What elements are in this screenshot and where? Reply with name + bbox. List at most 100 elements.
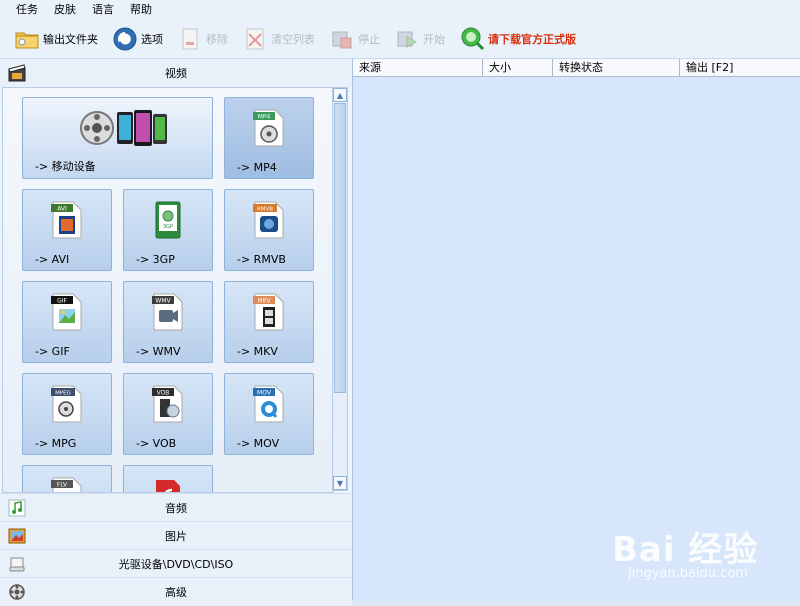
baidu-jingyan-watermark: Bai 经验 jingyan.baidu.com: [612, 512, 792, 592]
options-label: 选项: [141, 33, 163, 46]
mkv-badge: MKV: [257, 298, 271, 305]
format-grid-scrollbar[interactable]: ▲ ▼: [332, 87, 348, 491]
gif-file-icon: GIF: [51, 293, 82, 331]
remove-button[interactable]: 移除: [177, 24, 228, 54]
column-status[interactable]: 转换状态: [553, 59, 680, 77]
stop-label: 停止: [358, 33, 380, 46]
gif-badge: GIF: [57, 298, 67, 305]
wmv-file-icon: WMV: [152, 293, 183, 331]
tile-label: -> GIF: [35, 345, 70, 358]
avi-badge: AVI: [57, 206, 67, 213]
watermark-url: jingyan.baidu.com: [628, 566, 748, 581]
disc-drive-icon: [9, 557, 25, 572]
tile-label: -> MOV: [237, 437, 280, 450]
flv-file-icon: FLV: [51, 477, 82, 492]
tile-3gp[interactable]: 3GP -> 3GP: [123, 189, 213, 271]
mp4-file-icon: MP4: [253, 109, 284, 147]
scroll-thumb[interactable]: [334, 103, 346, 393]
column-output[interactable]: 输出 [F2]: [680, 59, 800, 77]
audio-label: 音频: [165, 502, 187, 515]
tile-label: -> AVI: [35, 253, 70, 266]
search-globe-icon: [461, 27, 485, 51]
tile-label: -> RMVB: [237, 253, 286, 266]
remove-icon: [182, 28, 198, 50]
tile-flv[interactable]: FLV: [22, 465, 112, 492]
gear-icon: [113, 27, 137, 51]
tile-label: -> VOB: [136, 437, 177, 450]
audio-category[interactable]: 音频: [0, 493, 352, 522]
vob-file-icon: VOB: [152, 385, 183, 423]
3gp-badge: 3GP: [163, 224, 173, 230]
video-category-header[interactable]: 视频: [0, 59, 352, 87]
menu-task[interactable]: 任务: [0, 0, 46, 20]
mp4-badge: MP4: [258, 114, 271, 121]
format-grid: -> 移动设备 MP4 -> MP4 AVI -> AVI 3GP -> 3GP…: [2, 87, 334, 493]
start-button[interactable]: 开始: [394, 24, 445, 54]
remove-label: 移除: [206, 33, 228, 46]
menu-help[interactable]: 帮助: [122, 0, 160, 20]
column-source[interactable]: 来源: [353, 59, 483, 77]
promo-label: 请下载官方正式版: [488, 33, 576, 46]
tile-label: -> WMV: [136, 345, 181, 358]
tile-mkv[interactable]: MKV -> MKV: [224, 281, 314, 363]
tile-mpg[interactable]: MPEG -> MPG: [22, 373, 112, 455]
tile-label: -> 移动设备: [35, 160, 96, 173]
toolbar: 输出文件夹 选项 移除 清空列表 停止 开始 请下载官方正式版: [0, 20, 800, 59]
tile-wmv[interactable]: WMV -> WMV: [123, 281, 213, 363]
mpeg-badge: MPEG: [55, 391, 71, 397]
tile-vob[interactable]: VOB -> VOB: [123, 373, 213, 455]
tile-label: -> MPG: [35, 437, 77, 450]
tile-label: -> 3GP: [136, 253, 175, 266]
tile-rmvb[interactable]: RMVB -> RMVB: [224, 189, 314, 271]
stop-icon: [332, 31, 352, 49]
conversion-panel: 视频 -> 移动设备 MP4 -> MP4 AVI -> AVI 3GP -> …: [0, 59, 352, 606]
menu-bar: 任务 皮肤 语言 帮助: [0, 0, 800, 20]
tile-swf[interactable]: [123, 465, 213, 492]
advanced-label: 高级: [165, 586, 187, 599]
download-official-link[interactable]: 请下载官方正式版: [459, 24, 576, 54]
output-folder-label: 输出文件夹: [43, 33, 98, 46]
flash-file-icon: [156, 480, 180, 492]
clear-list-button[interactable]: 清空列表: [242, 24, 315, 54]
disc-category[interactable]: 光驱设备\DVD\CD\ISO: [0, 549, 352, 578]
tile-avi[interactable]: AVI -> AVI: [22, 189, 112, 271]
picture-label: 图片: [165, 530, 187, 543]
rmvb-badge: RMVB: [257, 207, 273, 213]
advanced-category[interactable]: 高级: [0, 577, 352, 606]
3gp-file-icon: 3GP: [155, 201, 181, 239]
tile-mobile-device[interactable]: -> 移动设备: [22, 97, 213, 179]
disc-label: 光驱设备\DVD\CD\ISO: [118, 558, 234, 571]
tile-mov[interactable]: MOV -> MOV: [224, 373, 314, 455]
clear-list-label: 清空列表: [271, 33, 315, 46]
tile-gif[interactable]: GIF -> GIF: [22, 281, 112, 363]
options-button[interactable]: 选项: [112, 24, 163, 54]
tile-mp4[interactable]: MP4 -> MP4: [224, 97, 314, 179]
stop-button[interactable]: 停止: [329, 24, 380, 54]
start-icon: [397, 31, 418, 48]
clear-list-icon: [246, 28, 264, 50]
mkv-file-icon: MKV: [253, 293, 284, 331]
picture-category[interactable]: 图片: [0, 521, 352, 550]
start-label: 开始: [423, 33, 445, 46]
mov-badge: MOV: [257, 390, 272, 397]
mobile-device-icon: [80, 110, 167, 146]
menu-skin[interactable]: 皮肤: [46, 0, 84, 20]
folder-icon: [15, 32, 39, 49]
flv-badge: FLV: [57, 482, 68, 489]
mpeg-file-icon: MPEG: [51, 385, 82, 423]
wmv-badge: WMV: [155, 298, 171, 305]
menu-language[interactable]: 语言: [84, 0, 122, 20]
picture-icon: [8, 528, 26, 544]
column-size[interactable]: 大小: [483, 59, 553, 77]
music-note-icon: [8, 499, 26, 517]
vob-badge: VOB: [157, 390, 170, 397]
scroll-down-button[interactable]: ▼: [333, 476, 347, 490]
advanced-gear-icon: [9, 584, 25, 600]
tile-label: -> MKV: [237, 345, 278, 358]
output-folder-button[interactable]: 输出文件夹: [14, 24, 98, 54]
scroll-up-button[interactable]: ▲: [333, 88, 347, 102]
video-header-label: 视频: [165, 67, 187, 80]
tile-label: -> MP4: [237, 161, 277, 174]
avi-file-icon: AVI: [51, 201, 82, 239]
rmvb-file-icon: RMVB: [253, 201, 284, 239]
